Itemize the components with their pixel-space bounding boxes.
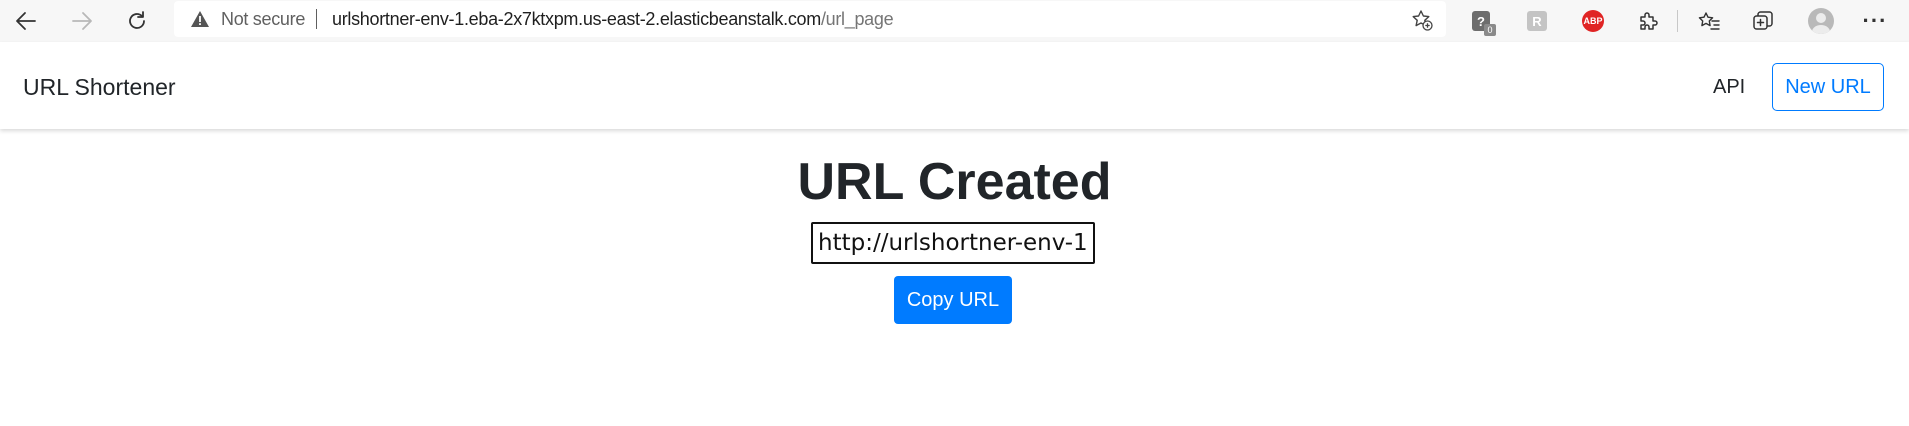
extension-badge: 0: [1484, 24, 1496, 36]
extensions-button[interactable]: [1633, 6, 1663, 36]
address-bar[interactable]: Not secure urlshortner-env-1.eba-2x7ktxp…: [174, 1, 1446, 37]
short-url-field[interactable]: [811, 222, 1095, 264]
back-arrow-icon: [16, 12, 36, 30]
favorites-button[interactable]: [1694, 6, 1724, 36]
back-button[interactable]: [9, 4, 43, 38]
add-favorite-icon[interactable]: [1411, 9, 1433, 31]
question-icon: ? 0: [1472, 11, 1496, 36]
address-url[interactable]: urlshortner-env-1.eba-2x7ktxpm.us-east-2…: [332, 9, 894, 30]
warning-icon: [191, 11, 209, 27]
refresh-button[interactable]: [120, 4, 154, 38]
help-extension-button[interactable]: ? 0: [1466, 6, 1496, 36]
adblock-extension-button[interactable]: ABP: [1578, 6, 1608, 36]
puzzle-icon: [1640, 12, 1658, 30]
settings-menu-button[interactable]: ···: [1860, 6, 1890, 36]
copy-url-button[interactable]: Copy URL: [894, 276, 1012, 324]
refresh-icon: [129, 11, 145, 29]
site-navbar: URL Shortener API New URL: [0, 42, 1909, 129]
more-options-icon: ···: [1862, 8, 1888, 33]
brand-link[interactable]: URL Shortener: [23, 74, 176, 101]
r-extension-icon: R: [1527, 11, 1547, 31]
url-host: urlshortner-env-1.eba-2x7ktxpm.us-east-2…: [332, 9, 821, 29]
page-content: URL Shortener API New URL URL Created Co…: [0, 42, 1909, 426]
collections-button[interactable]: [1748, 6, 1778, 36]
browser-toolbar: Not secure urlshortner-env-1.eba-2x7ktxp…: [0, 0, 1909, 42]
r-extension-button[interactable]: R: [1522, 6, 1552, 36]
forward-button[interactable]: [65, 4, 99, 38]
adblock-icon: ABP: [1582, 10, 1604, 32]
url-path: /url_page: [820, 9, 894, 29]
toolbar-separator: [1677, 10, 1678, 32]
address-separator: [316, 9, 317, 29]
profile-button[interactable]: [1806, 6, 1836, 36]
page-title: URL Created: [797, 153, 1112, 211]
favorites-icon: [1698, 12, 1720, 30]
api-link[interactable]: API: [1713, 76, 1745, 99]
avatar: [1808, 8, 1834, 34]
collections-icon: [1753, 11, 1773, 30]
security-label[interactable]: Not secure: [221, 9, 305, 30]
forward-arrow-icon: [72, 12, 92, 30]
new-url-button[interactable]: New URL: [1772, 63, 1884, 111]
